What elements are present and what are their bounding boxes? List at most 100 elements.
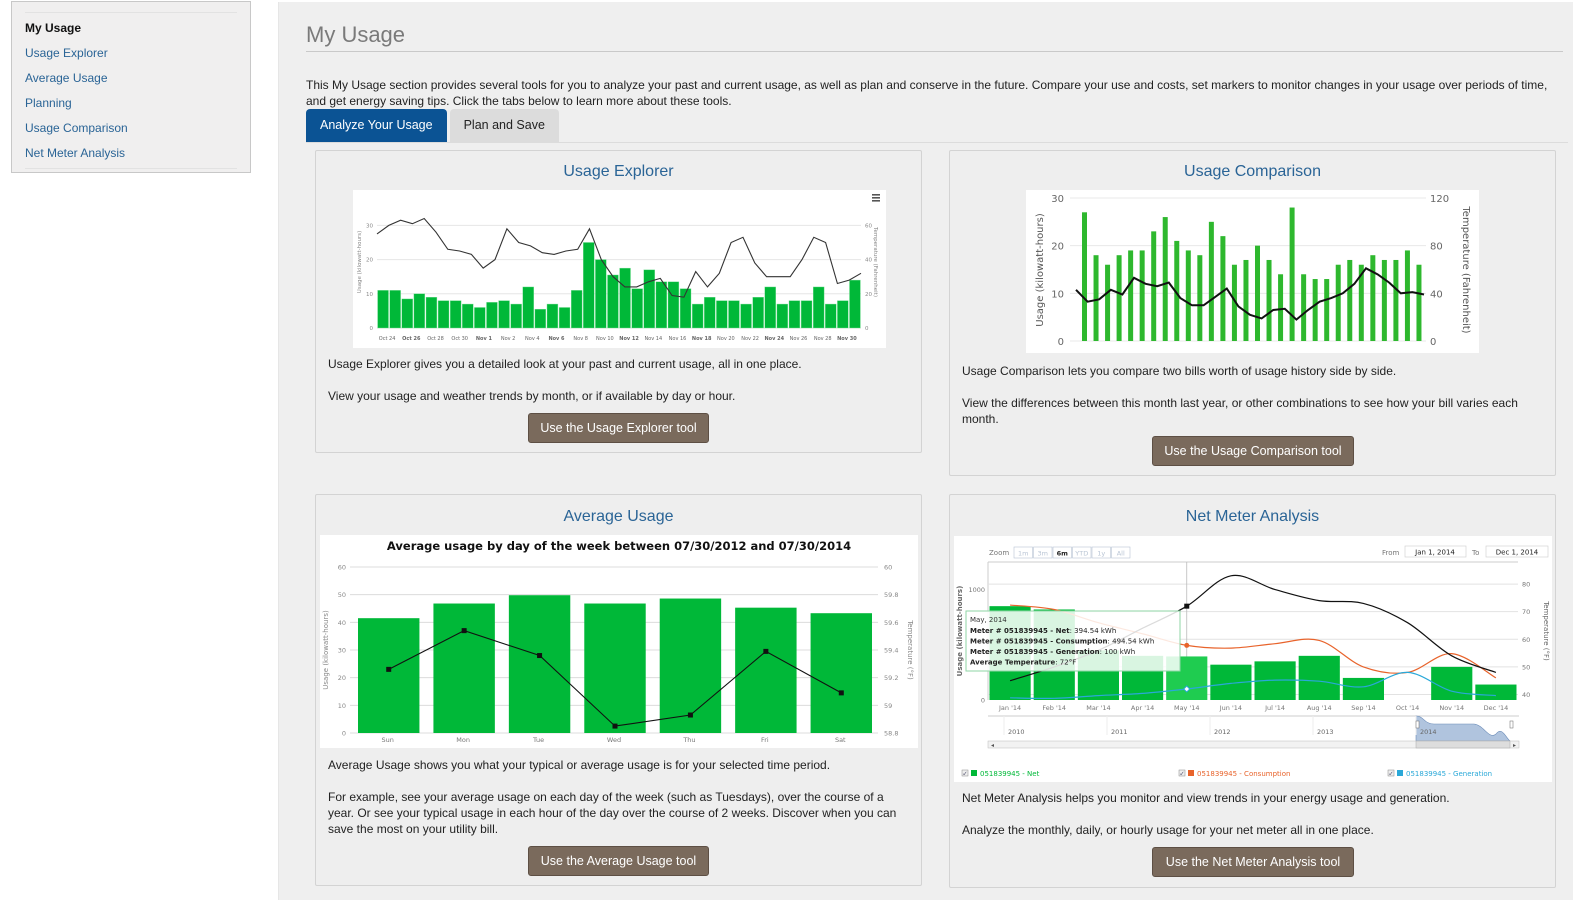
y2-tick-label: 60 [1522, 636, 1530, 644]
usage-bar [643, 269, 655, 329]
zoom-label: Zoom [989, 549, 1009, 557]
usage-bar [389, 290, 401, 329]
page-title: My Usage [306, 22, 1563, 52]
y-tick-label: 0 [342, 730, 346, 738]
tab-plan-and-save[interactable]: Plan and Save [449, 109, 559, 142]
usage-bar [546, 303, 559, 329]
sidebar-item-average-usage[interactable]: Average Usage [25, 66, 237, 91]
x-tick-label: Mon [456, 736, 470, 744]
legend-swatch [1397, 770, 1403, 776]
navigator-year-label: 2012 [1214, 728, 1231, 736]
checkmark-icon: ✓ [1180, 771, 1185, 778]
usage-bar [837, 300, 849, 329]
temperature-point [838, 690, 844, 696]
navigator-right-handle [1509, 720, 1514, 729]
net-bar [1342, 677, 1384, 700]
x-tick-label: Nov 20 [717, 336, 735, 342]
card-description: Average Usage shows you what your typica… [328, 757, 907, 853]
y2-tick-label: 0 [865, 326, 869, 332]
usage-comparison-card: Usage Comparison 0 10 20 30 0 40 80 120 Usage (k… [949, 150, 1556, 476]
x-tick-label: Nov 22 [741, 336, 759, 342]
usage-bar [595, 259, 607, 329]
sidebar-item-planning[interactable]: Planning [25, 91, 237, 116]
usage-bar [486, 302, 498, 329]
usage-bar [1370, 255, 1376, 341]
x-tick-label: Jun '14 [1219, 704, 1242, 712]
net-meter-chart[interactable]: Zoom 1m 3m 6m YTD 1y All From Jan 1, 2014 To Dec 1… [954, 536, 1552, 782]
description-line-2: View the differences between this month … [962, 396, 1518, 426]
usage-bar [1278, 274, 1284, 341]
use-usage-explorer-button[interactable]: Use the Usage Explorer tool [528, 413, 709, 443]
y2-tick-label: 60 [884, 564, 892, 572]
usage-bar [401, 298, 413, 329]
y2-tick-label: 58.8 [884, 730, 898, 738]
x-tick-label: Jul '14 [1264, 704, 1285, 712]
y-tick-label: 20 [366, 258, 373, 264]
y2-tick-label: 80 [1430, 242, 1443, 253]
zoom-option-1m: 1m [1018, 550, 1028, 558]
x-tick-label: Jan '14 [998, 704, 1021, 712]
sidebar-item-usage-comparison[interactable]: Usage Comparison [25, 116, 237, 141]
y-tick-label: 30 [338, 647, 346, 655]
x-tick-label: Aug '14 [1307, 704, 1332, 712]
usage-bar [584, 603, 646, 733]
x-tick-label: Nov 12 [619, 336, 639, 342]
temperature-line [376, 217, 862, 298]
card-description: Net Meter Analysis helps you monitor and… [962, 790, 1541, 854]
usage-bar [570, 290, 583, 329]
sidebar-item-usage-explorer[interactable]: Usage Explorer [25, 41, 237, 66]
y-tick-label: 10 [366, 292, 373, 298]
usage-explorer-chart[interactable]: 0 10 20 30 0 20 40 60 Usage (kilowatt-hours) Temp… [353, 190, 886, 348]
y-axis-title: Usage (kilowatt-hours) [1035, 213, 1046, 327]
usage-bar [728, 300, 740, 329]
usage-bar [1116, 255, 1122, 341]
tab-analyze-your-usage[interactable]: Analyze Your Usage [306, 109, 447, 142]
net-meter-analysis-card: Net Meter Analysis Zoom 1m 3m 6m YTD 1y All Fro… [949, 494, 1556, 888]
usage-bar [764, 286, 776, 329]
usage-bar [1404, 250, 1410, 341]
y2-tick-label: 59.4 [884, 647, 898, 655]
navigator-left-handle [1415, 720, 1420, 729]
x-tick-label: Nov 26 [790, 336, 808, 342]
usage-bar [752, 297, 764, 329]
usage-bar [825, 303, 837, 329]
usage-bar [377, 290, 389, 329]
usage-bar [1185, 250, 1191, 341]
tooltip-line: Meter # 051839945 - Generation: 100 kWh [970, 648, 1135, 656]
y-tick-label: 20 [1051, 242, 1064, 253]
usage-bar [1289, 207, 1295, 341]
usage-comparison-chart[interactable]: 0 10 20 30 0 40 80 120 Usage (kilowatt-hours) Tem… [1026, 190, 1479, 353]
usage-bar [1220, 236, 1226, 341]
usage-bar [849, 279, 861, 329]
usage-bar [1162, 217, 1168, 341]
card-title: Net Meter Analysis [1185, 508, 1320, 525]
x-tick-label: Mar '14 [1086, 704, 1110, 712]
usage-bar [1128, 250, 1134, 341]
net-meter-chart-svg: Zoom 1m 3m 6m YTD 1y All From Jan 1, 2014 To Dec 1… [956, 545, 1550, 778]
average-usage-chart[interactable]: Average usage by day of the week between… [320, 535, 918, 748]
y2-axis-title: Temperature (°F) [906, 619, 914, 680]
usage-bar [619, 267, 631, 329]
x-tick-label: Wed [607, 736, 621, 744]
y2-tick-label: 120 [1430, 194, 1449, 205]
y-tick-label: 10 [1051, 289, 1064, 300]
description-line-1: Usage Comparison lets you compare two bi… [962, 364, 1397, 378]
temperature-hover-marker [1184, 603, 1190, 609]
usage-bar [1082, 212, 1087, 341]
use-average-usage-button[interactable]: Use the Average Usage tool [528, 846, 709, 876]
description-line-1: Average Usage shows you what your typica… [328, 758, 831, 772]
sidebar-item-my-usage[interactable]: My Usage [25, 16, 237, 41]
usage-bar [800, 300, 813, 329]
usage-bar [1243, 259, 1249, 341]
usage-bar [788, 300, 801, 329]
x-tick-label: Nov 24 [765, 336, 785, 342]
sidebar-list: My Usage Usage Explorer Average Usage Pl… [25, 12, 237, 169]
y2-tick-label: 59 [884, 702, 892, 710]
use-net-meter-analysis-button[interactable]: Use the Net Meter Analysis tool [1152, 847, 1354, 877]
y-tick-label: 1000 [968, 586, 985, 594]
sidebar-item-net-meter-analysis[interactable]: Net Meter Analysis [25, 141, 237, 166]
x-tick-label: Apr '14 [1131, 704, 1154, 712]
usage-explorer-card: Usage Explorer 0 10 20 30 0 20 40 60 Usage (kilo… [315, 150, 922, 453]
use-usage-comparison-button[interactable]: Use the Usage Comparison tool [1152, 436, 1354, 466]
usage-bar [607, 274, 619, 329]
